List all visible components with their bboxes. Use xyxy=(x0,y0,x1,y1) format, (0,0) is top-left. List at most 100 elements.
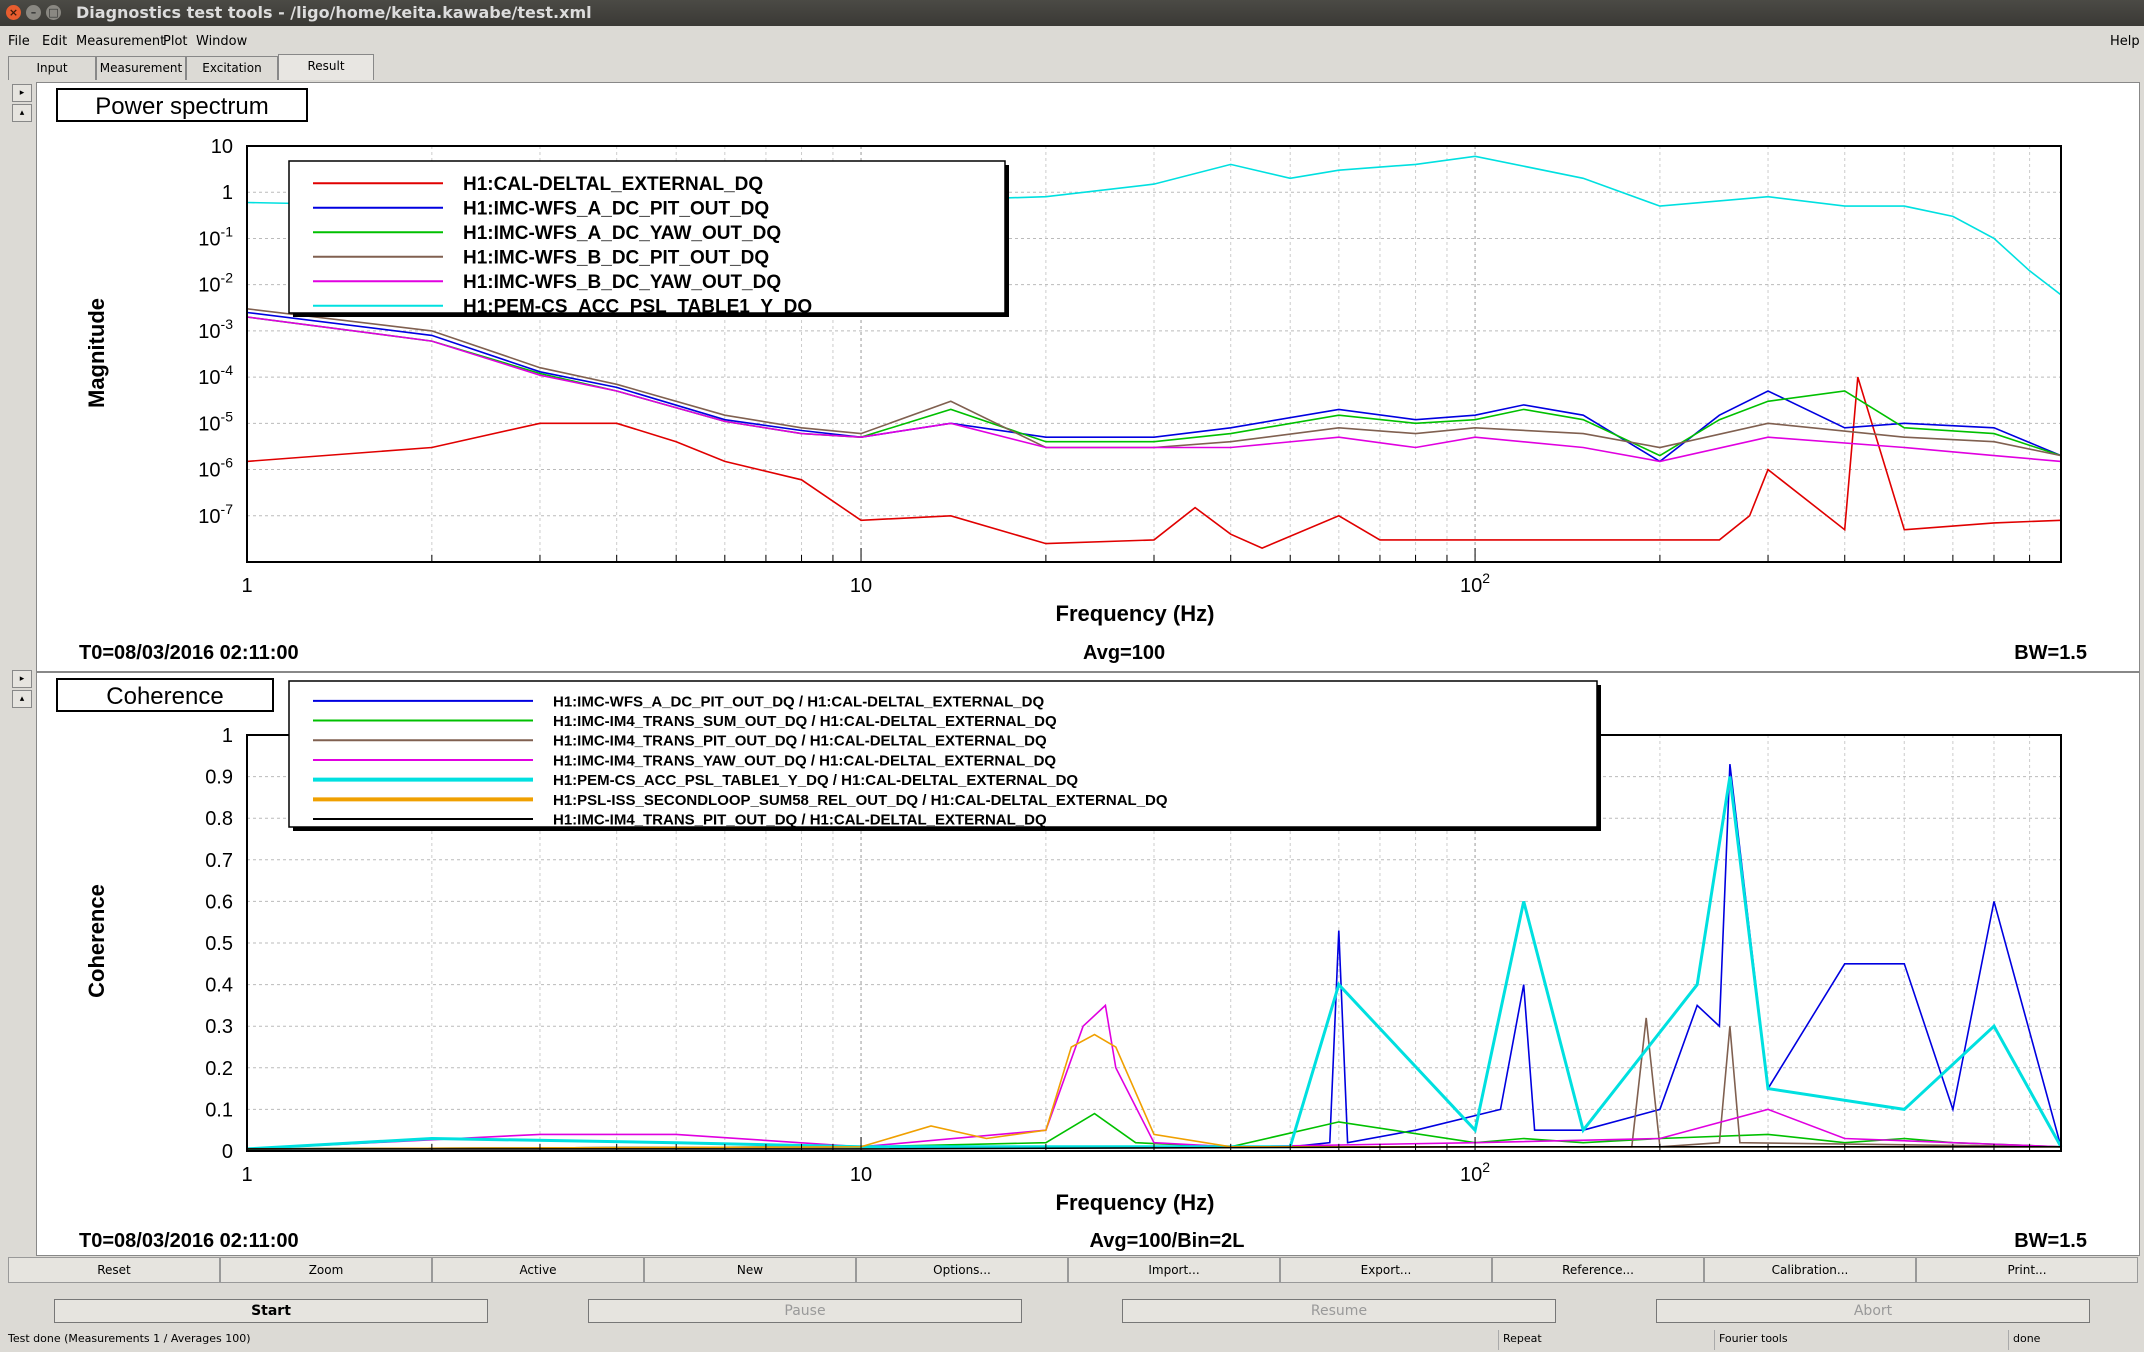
options-button[interactable]: Options... xyxy=(856,1257,1068,1283)
coherence-ylabel: Coherence xyxy=(84,884,109,998)
y-tick-label: 0.3 xyxy=(205,1016,233,1038)
maximize-window-icon[interactable]: □ xyxy=(46,5,61,20)
legend-label: H1:IMC-WFS_A_DC_YAW_OUT_DQ xyxy=(463,223,781,244)
panel1-expand-icon[interactable]: ▸ xyxy=(12,84,32,102)
menu-measurement[interactable]: Measurement xyxy=(76,34,165,49)
legend-label: H1:IMC-IM4_TRANS_SUM_OUT_DQ / H1:CAL-DEL… xyxy=(553,713,1057,730)
y-tick-label: 10-5 xyxy=(198,408,233,435)
legend-label: H1:IMC-IM4_TRANS_YAW_OUT_DQ / H1:CAL-DEL… xyxy=(553,752,1056,769)
legend-label: H1:CAL-DELTAL_EXTERNAL_DQ xyxy=(463,174,763,195)
tab-excitation[interactable]: Excitation xyxy=(186,56,278,80)
x-tick-label: 102 xyxy=(1460,570,1490,597)
coherence-header: Coherence xyxy=(106,683,223,710)
y-tick-label: 1 xyxy=(222,725,233,747)
power-spectrum-plot[interactable]: Power spectrum 10110-110-210-310-410-510… xyxy=(37,83,2141,673)
power-spectrum-panel[interactable]: Power spectrum 10 1 10-1 10-2 10-3 10-4 10-5 10… xyxy=(36,82,2140,672)
status-message: Test done (Measurements 1 / Averages 100… xyxy=(8,1332,251,1345)
print-button[interactable]: Print... xyxy=(1916,1257,2138,1283)
menu-file[interactable]: File xyxy=(8,34,30,49)
y-tick-label: 0.9 xyxy=(205,767,233,789)
coherence-plot[interactable]: Coherence 10.90.80.70.60.50.40.30.20.10 … xyxy=(37,673,2141,1257)
coherence-avg: Avg=100/Bin=2L xyxy=(1090,1230,1245,1252)
x-tick-label: 102 xyxy=(1460,1159,1490,1186)
menu-edit[interactable]: Edit xyxy=(42,34,67,49)
panel1-collapse-icon[interactable]: ▴ xyxy=(12,104,32,122)
coherence-panel[interactable]: Coherence 1 0.9 0.8 0.7 0.6 0.5 0.4 0.3 0.2 0.1 0 … xyxy=(36,672,2140,1256)
y-tick-label: 0.2 xyxy=(205,1058,233,1080)
zoom-button[interactable]: Zoom xyxy=(220,1257,432,1283)
legend-label: H1:IMC-WFS_A_DC_PIT_OUT_DQ / H1:CAL-DELT… xyxy=(553,693,1044,710)
y-tick-label: 10-2 xyxy=(198,270,233,297)
y-tick-label: 0.8 xyxy=(205,808,233,830)
legend-label: H1:IMC-IM4_TRANS_PIT_OUT_DQ / H1:CAL-DEL… xyxy=(553,811,1047,828)
reference-button[interactable]: Reference... xyxy=(1492,1257,1704,1283)
legend-label: H1:IMC-IM4_TRANS_PIT_OUT_DQ / H1:CAL-DEL… xyxy=(553,733,1047,750)
power-t0: T0=08/03/2016 02:11:00 xyxy=(79,642,299,664)
x-tick-label: 10 xyxy=(850,575,872,597)
start-button[interactable]: Start xyxy=(54,1299,488,1323)
import-button[interactable]: Import... xyxy=(1068,1257,1280,1283)
y-tick-label: 0 xyxy=(222,1141,233,1163)
x-tick-label: 1 xyxy=(241,1164,252,1186)
power-y-ticks: 10 1 10-1 10-2 10-3 10-4 10-5 10-6 10-7 xyxy=(198,136,233,528)
legend-label: H1:IMC-WFS_B_DC_PIT_OUT_DQ xyxy=(463,248,769,269)
plot-toolbar: Reset Zoom Active New Options... Import.… xyxy=(8,1257,2138,1285)
x-tick-label: 10 xyxy=(850,1164,872,1186)
y-tick-label: 0.7 xyxy=(205,850,233,872)
reset-button[interactable]: Reset xyxy=(8,1257,220,1283)
active-button[interactable]: Active xyxy=(432,1257,644,1283)
x-tick-label: 1 xyxy=(241,575,252,597)
y-tick-label: 1 xyxy=(222,182,233,204)
status-fourier: Fourier tools xyxy=(1714,1330,1788,1350)
menu-window[interactable]: Window xyxy=(196,34,247,49)
calibration-button[interactable]: Calibration... xyxy=(1704,1257,1916,1283)
power-legend[interactable]: H1:CAL-DELTAL_EXTERNAL_DQ H1:IMC-WFS_A_DC… xyxy=(288,160,1009,318)
resume-button[interactable]: Resume xyxy=(1122,1299,1556,1323)
status-bar: Test done (Measurements 1 / Averages 100… xyxy=(0,1327,2144,1352)
menu-help[interactable]: Help xyxy=(2110,34,2140,49)
coherence-y-ticks: 1 0.9 0.8 0.7 0.6 0.5 0.4 0.3 0.2 0.1 0 xyxy=(205,725,233,1163)
legend-label: H1:PEM-CS_ACC_PSL_TABLE1_Y_DQ / H1:CAL-D… xyxy=(553,772,1078,789)
coherence-xlabel: Frequency (Hz) xyxy=(1056,1190,1215,1215)
y-tick-label: 10-6 xyxy=(198,455,233,482)
close-window-icon[interactable]: × xyxy=(6,5,21,20)
y-tick-label: 10 xyxy=(211,136,233,158)
power-avg: Avg=100 xyxy=(1083,642,1165,664)
power-bw: BW=1.5 xyxy=(2014,642,2087,664)
coherence-x-ticks: 1 10 102 xyxy=(241,1137,2062,1186)
tab-input[interactable]: Input xyxy=(8,56,96,80)
export-button[interactable]: Export... xyxy=(1280,1257,1492,1283)
legend-label: H1:PSL-ISS_SECONDLOOP_SUM58_REL_OUT_DQ /… xyxy=(553,792,1168,809)
coherence-bw: BW=1.5 xyxy=(2014,1230,2087,1252)
pause-button[interactable]: Pause xyxy=(588,1299,1022,1323)
y-tick-label: 10-3 xyxy=(198,316,233,343)
menu-plot[interactable]: Plot xyxy=(163,34,188,49)
y-tick-label: 10-1 xyxy=(198,223,233,250)
minimize-window-icon[interactable]: – xyxy=(26,5,41,20)
abort-button[interactable]: Abort xyxy=(1656,1299,2090,1323)
y-tick-label: 0.5 xyxy=(205,933,233,955)
panel2-collapse-icon[interactable]: ▴ xyxy=(12,690,32,708)
series-line xyxy=(246,376,2062,549)
power-header: Power spectrum xyxy=(95,93,268,120)
tab-measurement[interactable]: Measurement xyxy=(96,56,186,80)
legend-label: H1:PEM-CS_ACC_PSL_TABLE1_Y_DQ xyxy=(463,297,812,318)
y-tick-label: 10-4 xyxy=(198,362,233,389)
y-tick-label: 0.4 xyxy=(205,975,233,997)
window-titlebar: × – □ Diagnostics test tools - /ligo/hom… xyxy=(0,0,2144,26)
power-x-ticks: 1 10 102 xyxy=(241,548,2062,597)
legend-label: H1:IMC-WFS_B_DC_YAW_OUT_DQ xyxy=(463,272,781,293)
tab-result[interactable]: Result xyxy=(278,54,374,80)
menu-bar: File Edit Measurement Plot Window Help xyxy=(0,30,2144,54)
power-ylabel: Magnitude xyxy=(84,298,109,408)
status-repeat: Repeat xyxy=(1498,1330,1542,1350)
new-button[interactable]: New xyxy=(644,1257,856,1283)
power-xlabel: Frequency (Hz) xyxy=(1056,601,1215,626)
y-tick-label: 10-7 xyxy=(198,501,233,528)
coherence-t0: T0=08/03/2016 02:11:00 xyxy=(79,1230,299,1252)
y-tick-label: 0.6 xyxy=(205,891,233,913)
panel2-expand-icon[interactable]: ▸ xyxy=(12,670,32,688)
legend-label: H1:IMC-WFS_A_DC_PIT_OUT_DQ xyxy=(463,199,769,220)
coherence-legend[interactable]: H1:IMC-WFS_A_DC_PIT_OUT_DQ / H1:CAL-DELT… xyxy=(288,680,1601,831)
window-title: Diagnostics test tools - /ligo/home/keit… xyxy=(76,3,592,22)
